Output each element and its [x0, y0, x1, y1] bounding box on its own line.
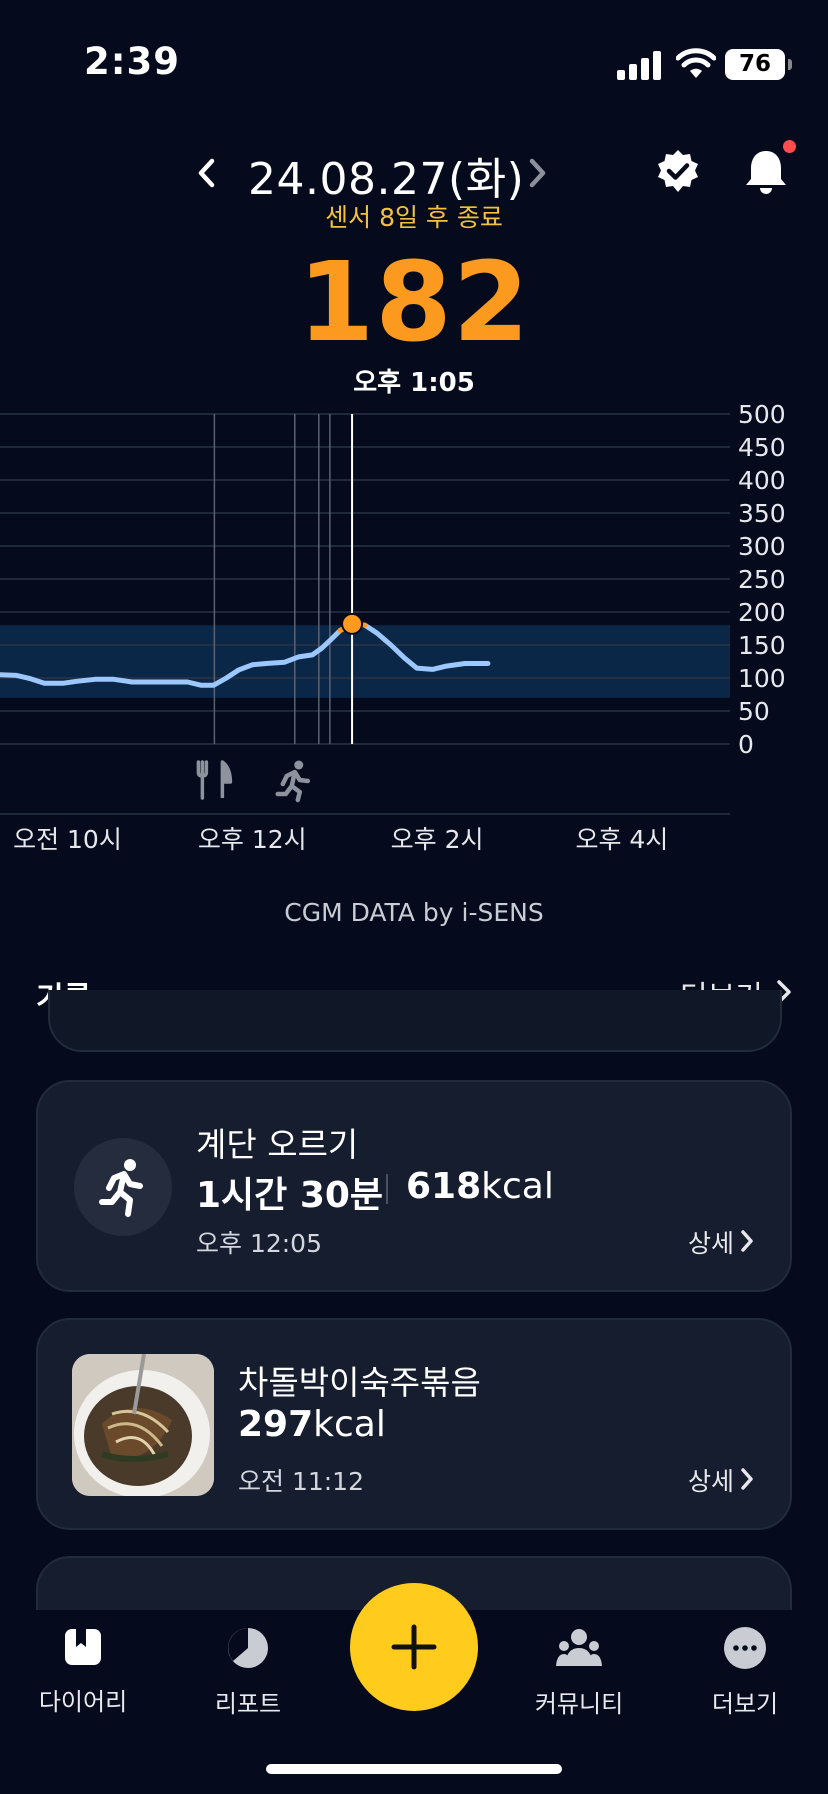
plus-icon: [391, 1624, 437, 1670]
nav-diary-label: 다이어리: [38, 1688, 128, 1716]
running-icon: [99, 1159, 143, 1217]
exercise-duration: 1시간 30분: [196, 1175, 384, 1216]
x-tick-label: 오후 12시: [198, 825, 307, 854]
nav-diary[interactable]: 다이어리: [8, 1626, 158, 1717]
reading-time: 오후 1:05: [353, 368, 475, 398]
y-tick-label: 500: [738, 400, 786, 429]
chevron-left-icon[interactable]: [192, 153, 222, 193]
target-range-band: [0, 625, 730, 698]
glucose-value: 182: [297, 238, 531, 366]
fork-knife-icon: [196, 760, 233, 800]
glucose-chart[interactable]: 500 450 400 350 300 250 200 150 100 50 0 오전 10시 오후 1…: [0, 400, 828, 860]
selected-point: [341, 612, 364, 635]
diary-icon: [65, 1629, 101, 1665]
report-pie-icon: [228, 1628, 268, 1668]
bell-icon[interactable]: [740, 146, 792, 198]
y-tick-label: 250: [738, 565, 786, 594]
meal-record-card[interactable]: 차돌박이숙주볶음 297kcal 오전 11:12 상세: [36, 1318, 792, 1530]
glucose-chart-svg[interactable]: 500450400350300250200150100500오전 10시 오후 1…: [0, 400, 828, 860]
nav-community-label: 커뮤니티: [534, 1690, 624, 1718]
exercise-calories: 618kcal: [406, 1166, 554, 1207]
y-tick-label: 100: [738, 664, 786, 693]
y-tick-label: 50: [738, 697, 770, 726]
runner-head: [294, 760, 304, 770]
divider: [386, 1174, 388, 1204]
nav-community[interactable]: 커뮤니티: [504, 1626, 654, 1719]
detail-link[interactable]: 상세: [688, 1224, 734, 1260]
exercise-icon-circle: [74, 1138, 172, 1236]
nav-report-label: 리포트: [214, 1690, 282, 1718]
runner-body: [275, 769, 311, 803]
wifi-icon: [676, 48, 716, 78]
y-tick-label: 300: [738, 532, 786, 561]
nav-more-label: 더보기: [711, 1690, 779, 1718]
cellular-signal-icon: [617, 50, 661, 80]
calories-value: 618: [406, 1166, 482, 1207]
x-tick-label: 오후 2시: [391, 825, 484, 854]
exercise-title: 계단 오르기: [196, 1125, 359, 1164]
verified-badge-icon[interactable]: [654, 148, 702, 196]
add-record-button[interactable]: [350, 1583, 478, 1711]
battery-indicator: 76: [725, 49, 792, 80]
detail-link[interactable]: 상세: [688, 1462, 734, 1498]
record-card-partial[interactable]: [48, 990, 782, 1052]
chevron-right-icon[interactable]: [740, 1466, 754, 1492]
food-photo[interactable]: [72, 1354, 214, 1496]
y-tick-label: 200: [738, 598, 786, 627]
chevron-right-icon[interactable]: [740, 1228, 754, 1254]
cgm-data-credit: CGM DATA by i-SENS: [284, 898, 544, 927]
nav-more[interactable]: 더보기: [670, 1626, 820, 1719]
fork-path: [196, 760, 209, 800]
running-icon: [275, 760, 311, 803]
meal-calories: 297kcal: [238, 1404, 386, 1445]
y-tick-label: 450: [738, 433, 786, 462]
calories-value: 297: [238, 1404, 314, 1445]
exercise-record-card[interactable]: 계단 오르기 1시간 30분 618kcal 오후 12:05 상세: [36, 1080, 792, 1292]
home-indicator: [266, 1764, 562, 1774]
y-tick-label: 350: [738, 499, 786, 528]
exercise-time: 오후 12:05: [196, 1229, 322, 1258]
status-time: 2:39: [84, 40, 181, 83]
x-tick-label: 오전 10시: [13, 825, 122, 854]
meal-title: 차돌박이숙주볶음: [238, 1363, 481, 1402]
x-tick-label: 오후 4시: [575, 825, 668, 854]
notification-dot: [783, 140, 796, 153]
y-tick-label: 400: [738, 466, 786, 495]
chevron-right-icon[interactable]: [522, 153, 552, 193]
community-icon: [556, 1629, 602, 1666]
knife-path: [220, 760, 233, 798]
food-photo-illustration: [72, 1354, 214, 1496]
more-dots-icon: [724, 1627, 766, 1669]
nav-report[interactable]: 리포트: [173, 1626, 323, 1719]
calories-unit: kcal: [481, 1166, 554, 1207]
y-tick-label: 150: [738, 631, 786, 660]
calories-unit: kcal: [313, 1404, 386, 1445]
sensor-expiry-notice: 센서 8일 후 종료: [325, 203, 503, 232]
meal-time: 오전 11:12: [238, 1467, 364, 1496]
x-label-clip: [730, 820, 828, 860]
y-tick-label: 0: [738, 730, 754, 759]
